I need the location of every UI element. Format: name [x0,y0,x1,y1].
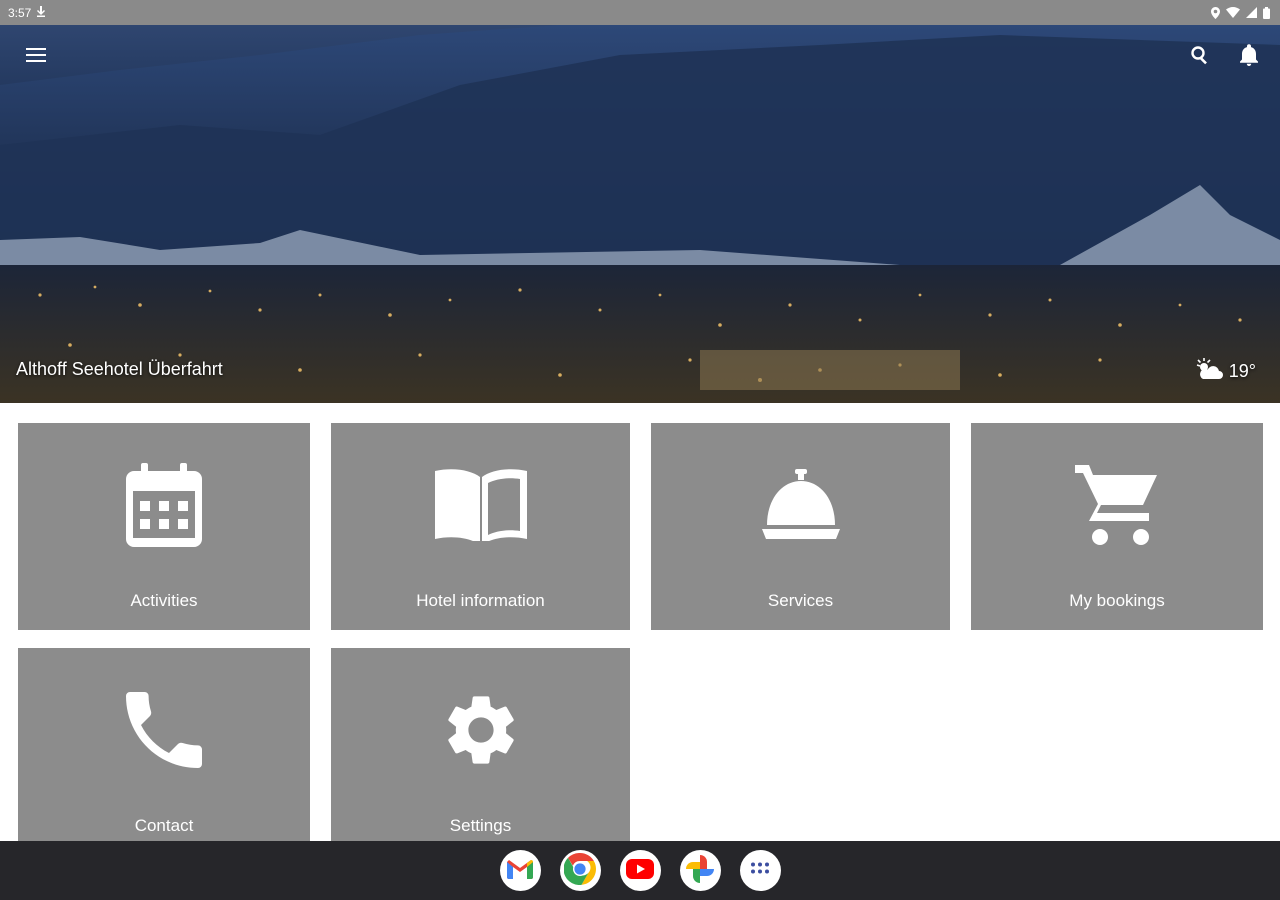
hero-banner: Althoff Seehotel Überfahrt 19° [0,25,1280,403]
menu-button[interactable] [22,43,50,71]
tile-label: Contact [134,816,194,835]
youtube-app[interactable] [619,850,661,891]
location-icon [1211,6,1220,19]
tile-label: Activities [130,591,198,610]
tile-contact[interactable]: Contact [18,648,310,841]
weather-widget: 19° [1195,358,1256,385]
chrome-app[interactable] [559,850,601,891]
chrome-icon [563,852,596,889]
app-drawer-button[interactable] [739,850,781,891]
notifications-button[interactable] [1235,43,1263,71]
partly-cloudy-icon [1195,358,1223,385]
tile-my-bookings[interactable]: My bookings [971,423,1263,630]
gmail-app[interactable] [499,850,541,891]
status-time: 3:57 [8,5,32,20]
tile-settings[interactable]: Settings [331,648,630,841]
service-bell-icon [761,469,840,543]
battery-icon [1263,6,1270,19]
tile-activities[interactable]: Activities [18,423,310,630]
tile-label: Settings [449,816,512,835]
app-drawer-icon [750,861,770,880]
weather-temperature: 19° [1228,361,1256,381]
tile-label: Services [767,591,834,610]
tile-label: My bookings [1069,591,1165,610]
hero-landscape-image [0,25,1280,403]
taskbar [0,841,1280,900]
hamburger-menu-icon [26,47,46,67]
tile-label: Hotel information [416,591,545,610]
photos-app[interactable] [679,850,721,891]
search-icon [1190,45,1210,69]
gmail-icon [507,859,533,883]
photos-icon [685,854,715,888]
status-bar: 3:57 [0,0,1280,25]
bell-icon [1240,44,1258,70]
download-icon [37,5,46,20]
gear-icon [439,687,523,777]
cell-signal-icon [1246,7,1257,18]
book-icon [433,467,529,545]
search-button[interactable] [1186,43,1214,71]
tile-services[interactable]: Services [651,423,950,630]
phone-icon [126,692,202,772]
wifi-icon [1226,7,1240,18]
cart-icon [1075,463,1159,551]
calendar-icon [126,463,202,551]
youtube-icon [626,858,654,883]
hotel-name: Althoff Seehotel Überfahrt [16,359,223,379]
tile-hotel-information[interactable]: Hotel information [331,423,630,630]
